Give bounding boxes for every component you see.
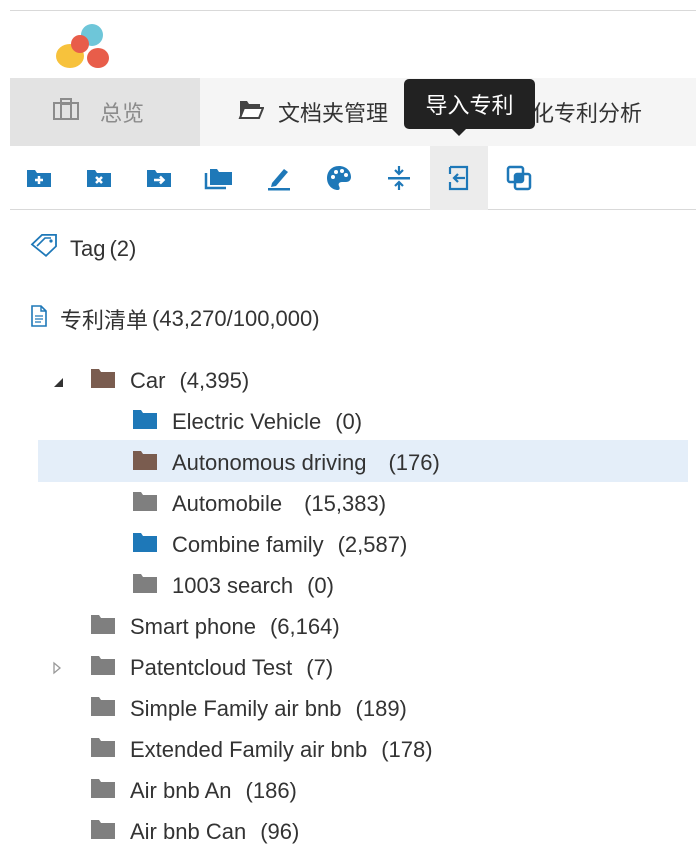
tree-item-label: Air bnb An [130,778,232,803]
tree-item-car[interactable]: Car (4,395) [52,364,249,398]
tree-item-extended-family-air-bnb[interactable]: Extended Family air bnb (178) [90,733,433,767]
tree-item-label: Air bnb Can [130,819,247,844]
tree-item-label: Combine family [172,532,324,557]
tree-item-label: Extended Family air bnb [130,737,368,762]
folder-icon [90,613,116,641]
tree-item-combine-family[interactable]: Combine family (2,587) [132,528,407,562]
tree-item-label: Electric Vehicle [172,409,322,434]
new-folder-icon [27,170,51,187]
folder-icon [132,449,158,477]
folder-icon [132,408,158,436]
tree-item-label: Car [130,368,166,393]
tree-item-autonomous-driving[interactable]: Autonomous driving (176) [132,446,440,480]
app-logo [56,24,109,68]
import-icon [448,165,469,191]
briefcase-icon [52,97,80,127]
palette-icon [327,166,351,190]
move-folder-icon [147,170,171,187]
tab-overview[interactable]: 总览 [10,78,200,146]
new-folder-button[interactable] [10,146,68,210]
tree-item-count: (4,395) [179,368,250,393]
tree-item-count: (189) [355,696,407,721]
tree-item-count: (7) [306,655,334,680]
folder-icon [132,531,158,559]
import-tooltip: 导入专利 [404,79,535,129]
tree-item-electric-vehicle[interactable]: Electric Vehicle (0) [132,405,362,439]
delete-folder-button[interactable] [70,146,128,210]
tree-item-count: (6,164) [269,614,340,639]
folder-icon [90,367,116,395]
folder-icon [90,654,116,682]
tree-item-count: (2,587) [337,532,408,557]
folder-icon [90,777,116,805]
tree-item-label: Simple Family air bnb [130,696,342,721]
tree-item-label: 1003 search [172,573,294,598]
folder-icon [132,490,158,518]
tab-folder-management-label: 文档夹管理 [278,101,389,126]
folder-icon [90,736,116,764]
tree-item-count: (178) [381,737,433,762]
tree-item-1003-search[interactable]: 1003 search (0) [132,569,334,603]
expand-collapse-button[interactable] [370,146,428,210]
caret-right-icon[interactable] [52,655,68,681]
tree-item-count: (96) [260,819,300,844]
copy-folder-button[interactable] [190,146,248,210]
document-icon [30,304,48,334]
tree-item-smart-phone[interactable]: Smart phone (6,164) [90,610,340,644]
tooltip-arrow [451,128,467,136]
color-button[interactable] [310,146,368,210]
rename-button[interactable] [250,146,308,210]
tree-item-count: (0) [335,409,363,434]
folder-open-icon [238,97,265,127]
top-divider [10,10,696,11]
patent-list-label: 专利清单 [60,308,149,333]
tree-item-label: Patentcloud Test [130,655,293,680]
folder-icon [132,572,158,600]
tree-item-label: Smart phone [130,614,256,639]
import-patents-button[interactable] [430,146,488,210]
tag-icon [30,234,60,264]
delete-folder-icon [87,170,111,187]
tree-item-count: (186) [245,778,297,803]
copy-folder-icon [204,169,232,190]
tree-item-patentcloud-test[interactable]: Patentcloud Test (7) [52,651,333,685]
tree-item-simple-family-air-bnb[interactable]: Simple Family air bnb (189) [90,692,407,726]
merge-icon [506,165,532,191]
patent-list-count: (43,270/100,000) [152,306,320,331]
main-tabs: 总览 文档夹管理 产业化专利分析 [10,78,696,146]
tree-item-automobile[interactable]: Automobile (15,383) [132,487,386,521]
tree-item-label: Autonomous driving [172,450,367,475]
rename-icon [268,169,290,191]
tree-item-count: (176) [388,450,440,475]
tag-label: Tag [70,236,106,261]
caret-down-icon[interactable] [52,368,68,394]
tree-item-air-bnb-an[interactable]: Air bnb An (186) [90,774,297,808]
tree-item-count: (0) [307,573,334,598]
tag-row[interactable]: Tag (2) [30,232,136,266]
merge-button[interactable] [490,146,548,210]
folder-icon [90,695,116,723]
expand-collapse-icon [388,166,410,190]
move-folder-button[interactable] [130,146,188,210]
tree-item-air-bnb-can[interactable]: Air bnb Can (96) [90,815,299,845]
tree-item-label: Automobile [172,491,283,516]
tag-count: (2) [109,236,137,261]
folder-icon [90,818,116,845]
folder-toolbar [10,146,696,210]
tree-item-count: (15,383) [304,491,387,516]
tab-overview-label: 总览 [100,101,145,126]
patent-list-row[interactable]: 专利清单 (43,270/100,000) [30,302,320,336]
